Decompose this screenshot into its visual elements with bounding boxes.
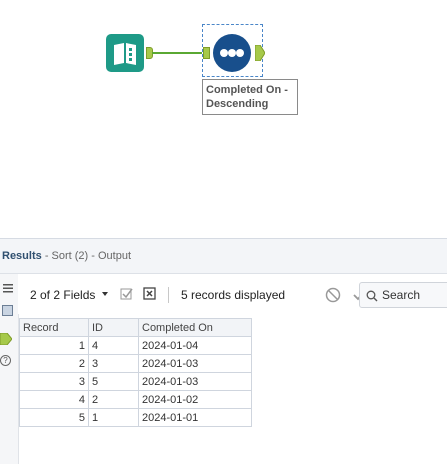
sort-dot [228,49,236,57]
column-header[interactable]: Record [19,318,89,337]
records-count: 5 records displayed [181,288,286,302]
table-row[interactable]: 5 1 2024-01-01 [19,408,252,427]
clear-icon[interactable] [143,287,157,306]
column-header[interactable]: Completed On [138,318,252,337]
chevron-down-icon[interactable] [102,292,108,296]
completed-on-cell: 2024-01-03 [138,354,252,373]
table-row[interactable]: 3 5 2024-01-03 [19,372,252,391]
results-table: Record ID Completed On 1 4 2024-01-04 2 … [19,318,252,427]
sort-output-anchor[interactable] [254,44,266,62]
results-panel: Results - Sort (2) - Output ? 2 of 2 Fie… [0,238,447,464]
column-header[interactable]: ID [88,318,139,337]
completed-on-cell: 2024-01-04 [138,336,252,355]
book-input-icon [114,43,136,65]
completed-on-cell: 2024-01-01 [138,408,252,427]
id-cell: 4 [88,336,139,355]
id-cell: 1 [88,408,139,427]
table-row[interactable]: 4 2 2024-01-02 [19,390,252,409]
cancel-icon[interactable] [325,287,341,308]
table-icon[interactable] [2,305,13,316]
search-input[interactable]: Search [359,282,447,308]
record-cell: 3 [19,372,89,391]
fields-selector-button[interactable]: 2 of 2 Fields [30,288,95,302]
output-anchor-icon[interactable] [0,332,13,350]
toolbar-divider [168,287,169,303]
results-title: Results - Sort (2) - Output [2,250,131,262]
record-cell: 1 [19,336,89,355]
search-placeholder: Search [382,288,421,302]
list-icon[interactable] [3,280,13,298]
sort-input-anchor[interactable] [203,47,210,59]
sort-dots-icon [220,49,228,57]
table-row[interactable]: 2 3 2024-01-03 [19,354,252,373]
sort-dot [236,49,244,57]
workflow-canvas[interactable]: Completed On - Descending [0,0,447,238]
search-icon [366,289,378,307]
id-cell: 3 [88,354,139,373]
results-toolbar: 2 of 2 Fields 5 records displayed Search [18,274,447,314]
record-cell: 2 [19,354,89,373]
checkbox-icon[interactable] [120,287,134,306]
sort-tool[interactable] [213,34,251,72]
help-icon[interactable]: ? [0,355,11,366]
input-data-tool[interactable] [106,34,144,72]
id-cell: 2 [88,390,139,409]
connection-line[interactable] [152,52,202,54]
table-header-row: Record ID Completed On [19,318,252,337]
tool-annotation: Completed On - Descending [202,79,298,115]
id-cell: 5 [88,372,139,391]
record-cell: 5 [19,408,89,427]
results-header: Results - Sort (2) - Output [0,239,447,274]
results-subtitle: - Sort (2) - Output [44,250,132,262]
results-sidebar: ? [0,274,19,464]
table-row[interactable]: 1 4 2024-01-04 [19,336,252,355]
results-title-label: Results [2,250,42,262]
completed-on-cell: 2024-01-02 [138,390,252,409]
record-cell: 4 [19,390,89,409]
completed-on-cell: 2024-01-03 [138,372,252,391]
